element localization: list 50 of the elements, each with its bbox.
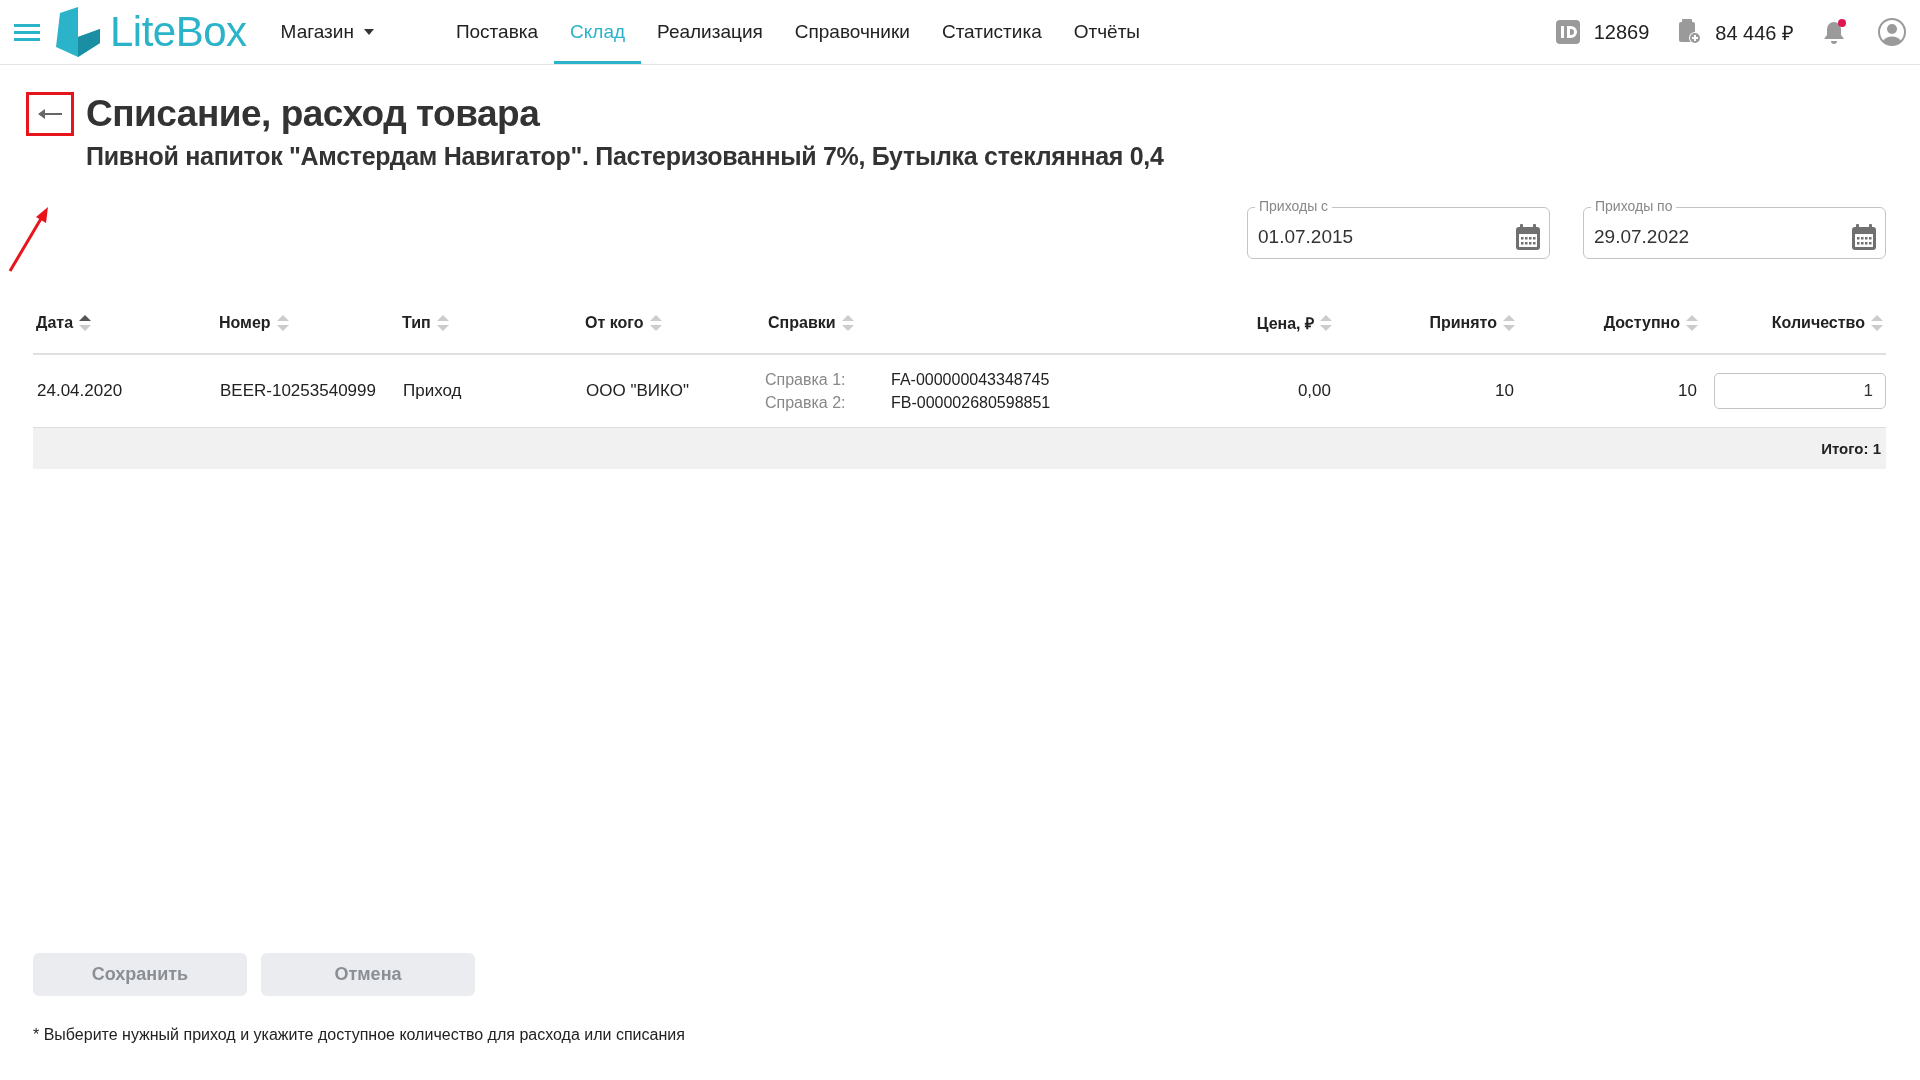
store-selector[interactable]: Магазин <box>274 20 380 44</box>
received-cell-text: 10 <box>1494 381 1515 401</box>
nav-tab[interactable]: Статистика <box>925 0 1058 64</box>
certificate-label: Справка 1: <box>765 370 847 389</box>
date-cell-text: 24.04.2020 <box>36 381 124 401</box>
balance-amount: 84 446 ₽ <box>1715 20 1794 46</box>
column-header[interactable]: Доступно <box>1518 314 1701 332</box>
product-subtitle: Пивной напиток "Амстердам Навигатор". Пастеризованный 7%, Бутылка стеклянная 0,4 <box>86 142 1164 171</box>
column-header[interactable]: Справки <box>765 314 1185 332</box>
annotation-arrow <box>8 205 50 273</box>
calendar-icon[interactable] <box>1516 224 1540 250</box>
nav-tab[interactable]: Реализация <box>641 0 779 64</box>
bell-icon[interactable] <box>1822 19 1848 45</box>
back-arrow-icon <box>38 108 62 120</box>
id-icon <box>1555 20 1580 44</box>
certificate-label: Справка 2: <box>765 393 847 412</box>
avatar-icon[interactable] <box>1878 18 1906 46</box>
nav-tab[interactable]: Справочники <box>778 0 926 64</box>
date-input[interactable]: 01.07.2015 <box>1258 226 1516 248</box>
menu-icon[interactable] <box>14 21 40 43</box>
certificate-number: FA-000000043348745 <box>891 370 1051 389</box>
date-input[interactable]: 29.07.2022 <box>1594 226 1852 248</box>
column-header[interactable]: Цена, ₽ <box>1185 312 1335 334</box>
column-header[interactable]: Количество <box>1701 314 1886 332</box>
sort-icon[interactable] <box>79 315 92 331</box>
column-header[interactable]: Дата <box>33 314 216 332</box>
date-field[interactable]: Приходы с 01.07.2015 <box>1247 197 1550 259</box>
nav-tab[interactable]: Поставка <box>439 0 555 64</box>
brand-name: LiteBox <box>110 8 247 56</box>
column-header[interactable]: Тип <box>399 314 582 332</box>
column-header[interactable]: Номер <box>216 314 399 332</box>
back-button[interactable] <box>26 92 74 136</box>
price-cell-text: 0,00 <box>1296 381 1332 401</box>
certificate-number: FB-000002680598851 <box>891 393 1052 412</box>
column-header[interactable]: Принято <box>1335 314 1518 332</box>
nav-tab[interactable]: Отчёты <box>1057 0 1156 64</box>
hint-text: * Выберите нужный приход и укажите доступное количество для расхода или списания <box>33 1026 686 1044</box>
type-cell-text: Приход <box>402 381 463 401</box>
supplier-cell-text: ООО "ВИКО" <box>585 381 690 401</box>
calendar-icon[interactable] <box>1852 224 1876 250</box>
quantity-field[interactable]: 1 <box>1714 373 1886 409</box>
page-title: Списание, расход товара <box>86 92 541 136</box>
date-field[interactable]: Приходы по 29.07.2022 <box>1583 197 1886 259</box>
account-id: 12869 <box>1593 20 1650 44</box>
total-count: Итого: 1 <box>1821 440 1881 457</box>
caret-icon <box>363 29 374 35</box>
number-cell-text: BEER-10253540999 <box>219 381 377 401</box>
available-cell-text: 10 <box>1677 381 1698 401</box>
logo-icon <box>56 7 100 57</box>
column-header[interactable]: От кого <box>582 314 765 332</box>
